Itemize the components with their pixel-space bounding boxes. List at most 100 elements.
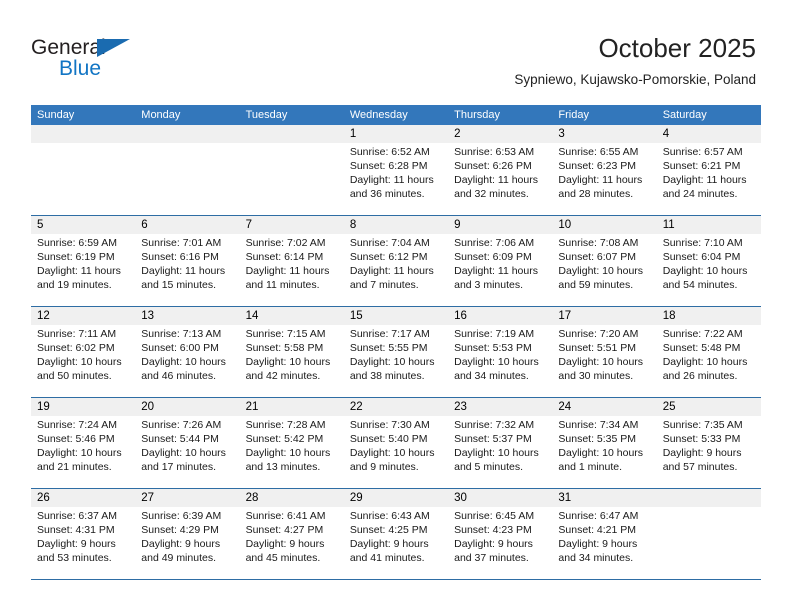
day-cell — [657, 507, 761, 579]
day-number: 24 — [558, 401, 572, 413]
daylight-text-line2: and 41 minutes. — [349, 552, 425, 564]
day-cell: Sunrise: 6:45 AM Sunset: 4:23 PM Dayligh… — [448, 507, 552, 579]
daylight-text-line2: and 42 minutes. — [245, 370, 321, 382]
daylight-text-line1: Daylight: 11 hours — [454, 174, 538, 186]
sunrise-text: Sunrise: 7:17 AM — [349, 328, 430, 340]
sunset-text: Sunset: 5:55 PM — [349, 342, 428, 354]
weekday-header-monday: Monday — [141, 109, 181, 121]
daylight-text-line1: Daylight: 10 hours — [454, 447, 539, 459]
sunrise-text: Sunrise: 6:47 AM — [558, 510, 639, 522]
day-cell: Sunrise: 7:06 AM Sunset: 6:09 PM Dayligh… — [448, 234, 552, 306]
day-number: 2 — [454, 128, 461, 140]
daylight-text-line1: Daylight: 10 hours — [245, 356, 331, 368]
daylight-text-line1: Daylight: 11 hours — [349, 265, 434, 277]
day-number: 8 — [349, 219, 357, 231]
sunset-text: Sunset: 5:40 PM — [349, 433, 428, 445]
day-cell: Sunrise: 7:08 AM Sunset: 6:07 PM Dayligh… — [552, 234, 656, 306]
week-daynumber-band: 19 20 21 22 23 24 25 — [31, 398, 761, 416]
day-number: 16 — [454, 310, 467, 322]
daylight-text-line1: Daylight: 10 hours — [37, 447, 122, 459]
daylight-text-line1: Daylight: 10 hours — [245, 447, 331, 459]
day-number: 31 — [558, 492, 572, 504]
daylight-text-line1: Daylight: 10 hours — [558, 447, 644, 459]
day-number: 5 — [37, 219, 44, 231]
daylight-text-line2: and 13 minutes. — [245, 461, 321, 473]
day-cell: Sunrise: 6:37 AM Sunset: 4:31 PM Dayligh… — [31, 507, 135, 579]
day-number: 21 — [245, 401, 259, 413]
daylight-text-line1: Daylight: 9 hours — [662, 447, 742, 459]
day-number: 30 — [454, 492, 467, 504]
daylight-text-line1: Daylight: 10 hours — [141, 356, 226, 368]
sunrise-text: Sunrise: 6:37 AM — [37, 510, 117, 522]
day-number: 15 — [349, 310, 363, 322]
day-cell: Sunrise: 6:52 AM Sunset: 6:28 PM Dayligh… — [344, 143, 448, 215]
sunset-text: Sunset: 5:53 PM — [454, 342, 532, 354]
week-row: 12 13 14 15 16 17 18 Sunrise: 7:11 AM Su… — [31, 307, 761, 398]
daylight-text-line1: Daylight: 9 hours — [37, 538, 116, 550]
sunset-text: Sunset: 6:02 PM — [37, 342, 115, 354]
location-subtitle: Sypniewo, Kujawsko-Pomorskie, Poland — [514, 72, 756, 87]
sunrise-text: Sunrise: 7:04 AM — [349, 237, 430, 249]
daylight-text-line2: and 21 minutes. — [37, 461, 112, 473]
logo-triangle-icon — [97, 39, 130, 57]
daylight-text-line1: Daylight: 10 hours — [558, 265, 644, 277]
daylight-text-line2: and 30 minutes. — [558, 370, 634, 382]
sunset-text: Sunset: 6:26 PM — [454, 160, 532, 172]
week-daynumber-band: 12 13 14 15 16 17 18 — [31, 307, 761, 325]
sunrise-text: Sunrise: 7:08 AM — [558, 237, 639, 249]
day-cell: Sunrise: 7:13 AM Sunset: 6:00 PM Dayligh… — [135, 325, 239, 397]
daylight-text-line2: and 1 minute. — [558, 461, 623, 473]
day-cell: Sunrise: 6:53 AM Sunset: 6:26 PM Dayligh… — [448, 143, 552, 215]
sunset-text: Sunset: 6:12 PM — [349, 251, 428, 263]
daylight-text-line2: and 37 minutes. — [454, 552, 529, 564]
sunset-text: Sunset: 6:00 PM — [141, 342, 219, 354]
sunrise-text: Sunrise: 7:28 AM — [245, 419, 326, 431]
daylight-text-line2: and 54 minutes. — [662, 279, 738, 291]
day-cell: Sunrise: 6:41 AM Sunset: 4:27 PM Dayligh… — [240, 507, 344, 579]
sunset-text: Sunset: 6:16 PM — [141, 251, 219, 263]
week-row: 1 2 3 4 Sunrise: 6:52 AM Sunset: 6:28 PM… — [31, 125, 761, 216]
daylight-text-line1: Daylight: 9 hours — [245, 538, 325, 550]
day-number: 6 — [141, 219, 148, 231]
page-header: General Blue October 2025 Sypniewo, Kuja… — [0, 0, 792, 100]
sunset-text: Sunset: 4:31 PM — [37, 524, 115, 536]
sunset-text: Sunset: 6:14 PM — [245, 251, 324, 263]
daylight-text-line2: and 45 minutes. — [245, 552, 321, 564]
day-cell — [135, 143, 239, 215]
day-number: 29 — [349, 492, 363, 504]
sunset-text: Sunset: 5:42 PM — [245, 433, 324, 445]
sunset-text: Sunset: 6:09 PM — [454, 251, 532, 263]
day-cell: Sunrise: 7:10 AM Sunset: 6:04 PM Dayligh… — [657, 234, 761, 306]
sunrise-text: Sunrise: 7:20 AM — [558, 328, 639, 340]
sunrise-text: Sunrise: 6:57 AM — [662, 146, 743, 158]
day-cell: Sunrise: 7:17 AM Sunset: 5:55 PM Dayligh… — [344, 325, 448, 397]
day-number: 1 — [349, 128, 357, 140]
weekday-header-saturday: Saturday — [662, 109, 707, 121]
daylight-text-line1: Daylight: 11 hours — [454, 265, 538, 277]
day-number: 12 — [37, 310, 50, 322]
sunrise-text: Sunrise: 7:15 AM — [245, 328, 326, 340]
daylight-text-line1: Daylight: 11 hours — [662, 174, 747, 186]
day-cell: Sunrise: 7:34 AM Sunset: 5:35 PM Dayligh… — [552, 416, 656, 488]
sunrise-text: Sunrise: 7:19 AM — [454, 328, 535, 340]
day-number: 27 — [141, 492, 155, 504]
sunset-text: Sunset: 5:44 PM — [141, 433, 219, 445]
week-daynumber-band: 26 27 28 29 30 31 — [31, 489, 761, 507]
daylight-text-line2: and 3 minutes. — [454, 279, 524, 291]
day-number: 18 — [662, 310, 676, 322]
daylight-text-line1: Daylight: 10 hours — [349, 447, 435, 459]
daylight-text-line2: and 17 minutes. — [141, 461, 216, 473]
weekday-header-tuesday: Tuesday — [245, 109, 288, 121]
daylight-text-line2: and 38 minutes. — [349, 370, 425, 382]
day-number: 7 — [245, 219, 252, 231]
page-title: October 2025 — [598, 33, 756, 63]
day-cell: Sunrise: 6:39 AM Sunset: 4:29 PM Dayligh… — [135, 507, 239, 579]
daylight-text-line2: and 7 minutes. — [349, 279, 419, 291]
week-detail-row: Sunrise: 7:24 AM Sunset: 5:46 PM Dayligh… — [31, 416, 761, 488]
day-cell: Sunrise: 7:11 AM Sunset: 6:02 PM Dayligh… — [31, 325, 135, 397]
week-row: 5 6 7 8 9 10 11 Sunrise: 6:59 AM Sunset:… — [31, 216, 761, 307]
day-number — [240, 125, 344, 143]
daylight-text-line2: and 15 minutes. — [141, 279, 216, 291]
daylight-text-line1: Daylight: 10 hours — [349, 356, 435, 368]
sunset-text: Sunset: 6:21 PM — [662, 160, 741, 172]
